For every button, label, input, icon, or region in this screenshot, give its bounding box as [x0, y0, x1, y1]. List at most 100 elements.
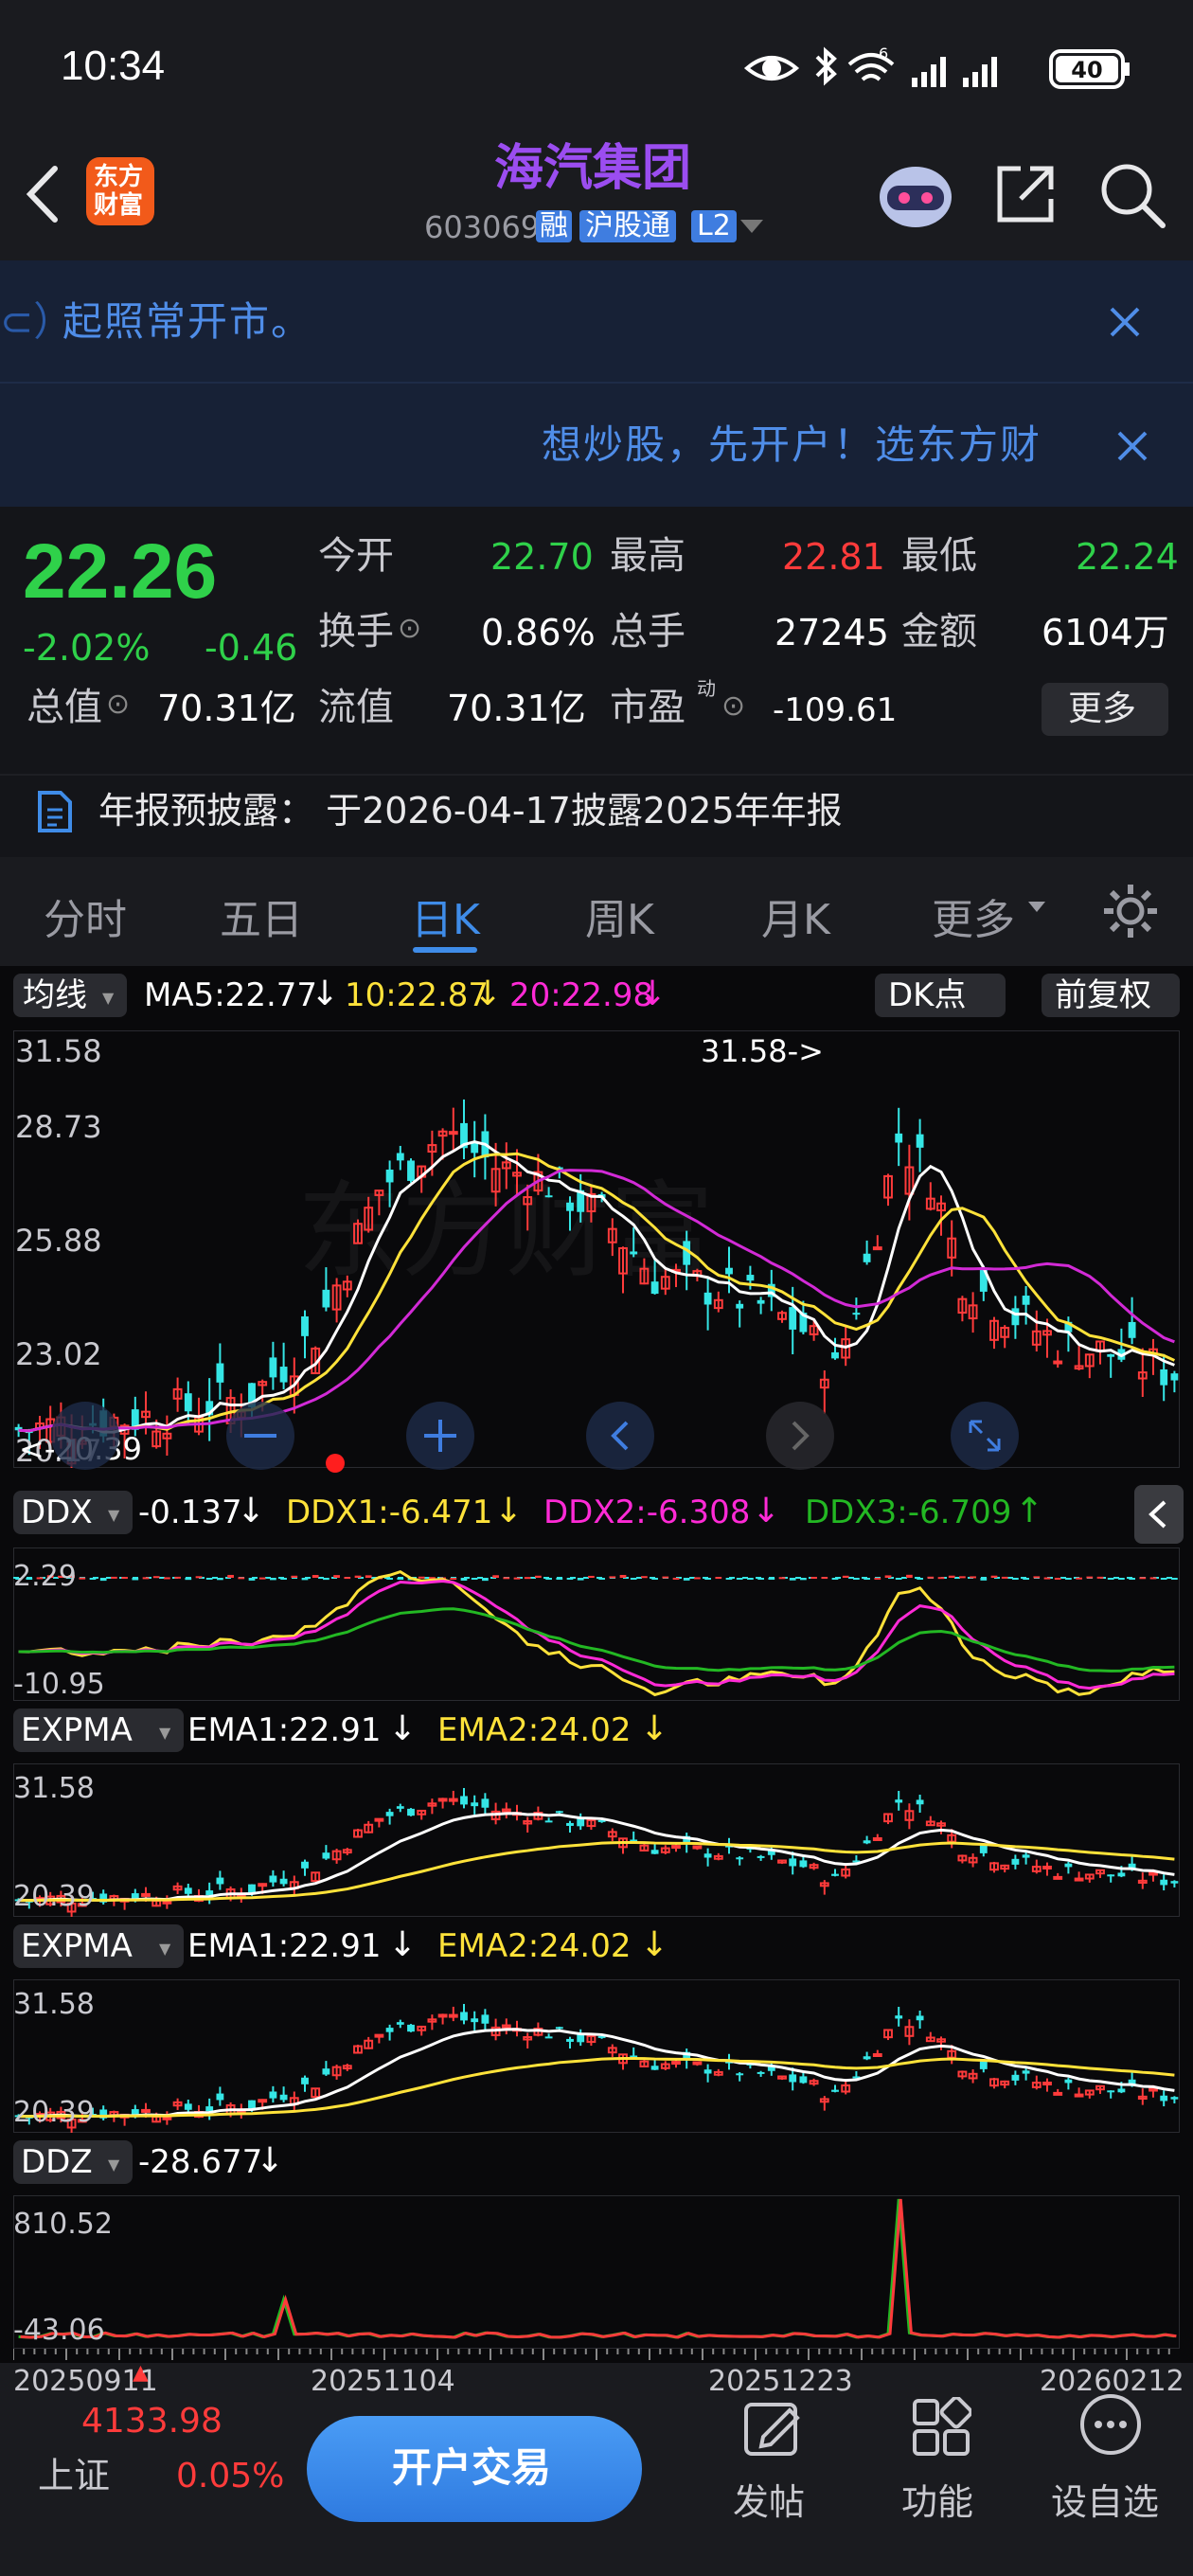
candle-body [746, 1275, 755, 1281]
candle-body [736, 1303, 744, 1309]
func-label[interactable]: 功能 [901, 2484, 973, 2520]
expma-chart-2[interactable] [13, 1979, 1180, 2133]
ddx-bar [99, 1578, 107, 1582]
search-icon[interactable] [1098, 161, 1168, 231]
more-dots-icon[interactable] [1077, 2391, 1144, 2458]
gear-icon[interactable] [1100, 881, 1161, 941]
ddx-bar [503, 1577, 510, 1580]
adjust-button[interactable]: 前复权 [1042, 974, 1180, 1017]
close-icon[interactable] [1106, 303, 1144, 341]
watch-label[interactable]: 设自选 [1051, 2484, 1159, 2520]
candle-body [269, 2091, 277, 2099]
share-icon[interactable] [992, 161, 1059, 227]
collapse-panel-button[interactable] [1134, 1485, 1184, 1544]
expma-chart-1[interactable] [13, 1763, 1180, 1917]
mktcap-label: 总值 [27, 686, 102, 729]
ddx-bar [121, 1577, 128, 1580]
ddx-bar [217, 1578, 223, 1581]
candle-body [407, 1808, 415, 1816]
trade-button[interactable]: 开户交易 [307, 2416, 642, 2522]
ddx3-value: DDX3:-6.709 [805, 1494, 1012, 1531]
close-icon[interactable] [1113, 427, 1151, 465]
candle-body [789, 1858, 797, 1867]
ddx-chart[interactable] [13, 1547, 1180, 1701]
dropdown-icon[interactable] [739, 218, 765, 237]
candle-body [650, 2066, 659, 2070]
info-icon[interactable]: ⊙ [398, 615, 421, 643]
peak-label: 31.58-> [701, 1033, 824, 1069]
candle-body [216, 1363, 224, 1383]
active-tab-indicator [413, 947, 477, 953]
pan-left-fast-icon[interactable] [51, 1402, 119, 1470]
robot-assistant-icon[interactable] [876, 155, 955, 235]
bottom-bar: ▲ 4133.98 上证 0.05% 开户交易 发帖 功能 设自选 [0, 2363, 1193, 2576]
ddx-bar [1118, 1578, 1125, 1580]
candle-body [460, 1796, 468, 1805]
chevron-right-icon[interactable] [766, 1402, 834, 1470]
tab-five-day[interactable]: 五日 [220, 886, 303, 946]
ddx-bar [715, 1577, 722, 1580]
ddx-bar [980, 1578, 988, 1581]
ma-button[interactable]: 均线 ▼ [13, 974, 127, 1017]
candle-body [979, 1845, 988, 1853]
info-icon[interactable]: ⊙ [721, 692, 745, 721]
index-value[interactable]: 4133.98 [81, 2405, 223, 2439]
zoom-out-icon[interactable] [226, 1402, 294, 1470]
candle-body [205, 2106, 214, 2112]
notice-text-1[interactable]: 起照常开市。 [62, 302, 312, 342]
ddz-chart[interactable] [13, 2195, 1180, 2349]
candle-body [757, 1855, 765, 1858]
apps-grid-icon[interactable] [911, 2397, 971, 2458]
dk-point-button[interactable]: DK点 [875, 974, 1006, 1017]
tab-intraday[interactable]: 分时 [44, 886, 127, 946]
candle-body [471, 2018, 479, 2023]
tab-monthly-k[interactable]: 月K [761, 886, 830, 946]
ddz-button[interactable]: DDZ ▼ [13, 2140, 133, 2184]
more-button[interactable]: 更多 [1042, 683, 1168, 736]
index-name[interactable]: 上证 [38, 2458, 110, 2494]
chevron-left-icon[interactable] [586, 1402, 654, 1470]
candle-body [1148, 2087, 1158, 2092]
status-time: 10:34 [61, 43, 166, 89]
candle-body [979, 2061, 988, 2069]
candle-body [1074, 2093, 1084, 2098]
candle-body [1022, 1296, 1030, 1305]
tab-daily-k[interactable]: 日K [411, 886, 480, 946]
tab-weekly-k[interactable]: 周K [585, 886, 654, 946]
candle-body [269, 1357, 277, 1378]
pe-superscript: 动 [697, 677, 716, 700]
candle-body [301, 1861, 309, 1869]
fullscreen-icon[interactable] [951, 1402, 1019, 1470]
info-icon[interactable]: ⊙ [106, 690, 130, 719]
expma-button-2[interactable]: EXPMA ▼ [13, 1924, 184, 1968]
post-label[interactable]: 发帖 [733, 2484, 805, 2520]
ddx-bar [333, 1575, 340, 1578]
ddz-line [18, 2198, 1175, 2339]
ema-axis-max-2: 31.58 [13, 1988, 95, 2021]
volume-label: 总手 [610, 610, 686, 653]
disclosure-text[interactable]: 年报预披露： 于2026-04-17披露2025年年报 [98, 793, 843, 829]
battery-icon: 40 [1049, 49, 1130, 89]
date-label-1: 20250911 [13, 2365, 158, 2398]
candle-body [1053, 1875, 1063, 1880]
ddx-bar [1107, 1578, 1114, 1580]
zoom-in-icon[interactable] [406, 1402, 474, 1470]
ddx-bar [1096, 1576, 1104, 1579]
stock-name[interactable]: 海汽集团 [494, 144, 691, 193]
candle-body [789, 2074, 797, 2083]
mktcap-value: 70.31亿 [157, 688, 296, 729]
current-price: 22.26 [23, 528, 218, 615]
ddx-bar [238, 1577, 245, 1580]
ddx-bar [1139, 1577, 1147, 1580]
expma-button-1[interactable]: EXPMA ▼ [13, 1708, 184, 1752]
notice-text-2[interactable]: 想炒股，先开户！选东方财 [542, 425, 1042, 465]
tab-more[interactable]: 更多 [932, 886, 1015, 946]
ddx-button[interactable]: DDX ▼ [13, 1491, 133, 1534]
ddx-bar [577, 1578, 584, 1581]
candle-body [544, 1195, 553, 1198]
candle-body [385, 1169, 394, 1183]
back-icon[interactable] [19, 161, 66, 227]
candle-body [544, 1820, 553, 1823]
ddx-bar [111, 1576, 117, 1579]
edit-post-icon[interactable] [742, 2397, 803, 2458]
